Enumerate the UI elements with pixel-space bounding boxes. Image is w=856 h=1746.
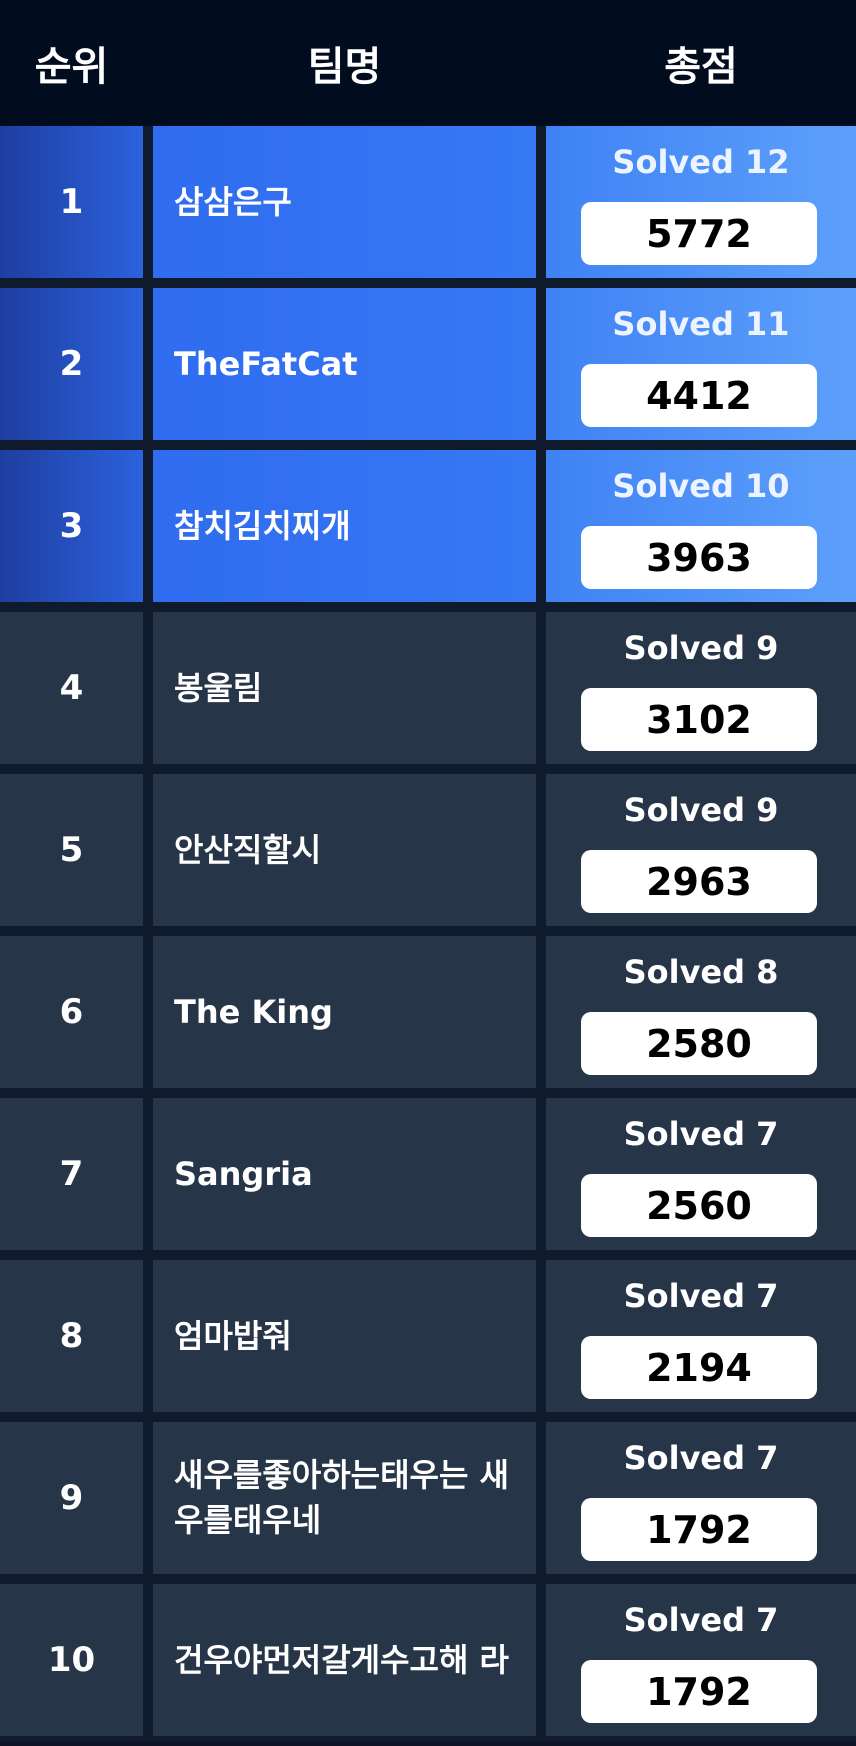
rank-cell: 4 — [0, 612, 143, 764]
score-cell: Solved 12 5772 — [546, 126, 856, 278]
ranking-row[interactable]: 7 Sangria Solved 7 2560 — [0, 1098, 856, 1250]
team-name: 봉울림 — [174, 668, 263, 707]
team-name: 새우를좋아하는태우는 새우를태우네 — [174, 1456, 509, 1539]
team-name-cell: 삼삼은구 — [153, 126, 536, 278]
solved-count: Solved 7 — [623, 1601, 779, 1639]
rank-column-header: 순위 — [34, 44, 109, 90]
score-cell: Solved 9 3102 — [546, 612, 856, 764]
team-name-cell: 건우야먼저갈게수고해 라 — [153, 1584, 536, 1736]
total-points: 1792 — [581, 1498, 817, 1561]
rank-cell: 5 — [0, 774, 143, 926]
rank-cell: 8 — [0, 1260, 143, 1412]
solved-count: Solved 7 — [623, 1439, 779, 1477]
team-name-cell: 참치김치찌개 — [153, 450, 536, 602]
ranking-row[interactable]: 8 엄마밥줘 Solved 7 2194 — [0, 1260, 856, 1412]
team-name: TheFatCat — [174, 344, 358, 383]
solved-count: Solved 10 — [612, 467, 790, 505]
score-cell: Solved 10 3963 — [546, 450, 856, 602]
score-cell: Solved 7 2560 — [546, 1098, 856, 1250]
team-name: 엄마밥줘 — [174, 1316, 292, 1355]
team-name: 안산직할시 — [174, 830, 322, 869]
total-points: 2580 — [581, 1012, 817, 1075]
ranking-row[interactable]: 2 TheFatCat Solved 11 4412 — [0, 288, 856, 440]
team-name-cell: The King — [153, 936, 536, 1088]
ranking-row[interactable]: 9 새우를좋아하는태우는 새우를태우네 Solved 7 1792 — [0, 1422, 856, 1574]
total-points: 2194 — [581, 1336, 817, 1399]
solved-count: Solved 8 — [623, 953, 779, 991]
score-column-header: 총점 — [664, 44, 738, 90]
team-name-cell: 안산직할시 — [153, 774, 536, 926]
total-points: 1792 — [581, 1660, 817, 1723]
score-cell: Solved 8 2580 — [546, 936, 856, 1088]
scoreboard-header: 순위 팀명 총점 — [0, 0, 856, 126]
rank-cell: 3 — [0, 450, 143, 602]
team-name-cell: 봉울림 — [153, 612, 536, 764]
solved-count: Solved 12 — [612, 143, 790, 181]
solved-count: Solved 9 — [623, 791, 779, 829]
ranking-row[interactable]: 5 안산직할시 Solved 9 2963 — [0, 774, 856, 926]
team-name: Sangria — [174, 1154, 313, 1193]
rank-cell: 10 — [0, 1584, 143, 1736]
team-name: 참치김치찌개 — [174, 506, 351, 545]
team-column-header: 팀명 — [307, 44, 382, 90]
team-name: The King — [174, 992, 333, 1031]
scoreboard: 순위 팀명 총점 1 삼삼은구 Solved 12 5772 2 TheFatC… — [0, 0, 856, 1742]
total-points: 3963 — [581, 526, 817, 589]
score-cell: Solved 7 1792 — [546, 1422, 856, 1574]
rank-cell: 2 — [0, 288, 143, 440]
ranking-row[interactable]: 3 참치김치찌개 Solved 10 3963 — [0, 450, 856, 602]
solved-count: Solved 9 — [623, 629, 779, 667]
ranking-row[interactable]: 6 The King Solved 8 2580 — [0, 936, 856, 1088]
ranking-row[interactable]: 10 건우야먼저갈게수고해 라 Solved 7 1792 — [0, 1584, 856, 1736]
total-points: 2560 — [581, 1174, 817, 1237]
team-name-cell: Sangria — [153, 1098, 536, 1250]
total-points: 3102 — [581, 688, 817, 751]
team-name: 건우야먼저갈게수고해 라 — [174, 1640, 509, 1679]
score-cell: Solved 7 2194 — [546, 1260, 856, 1412]
team-name-cell: 새우를좋아하는태우는 새우를태우네 — [153, 1422, 536, 1574]
solved-count: Solved 7 — [623, 1115, 779, 1153]
solved-count: Solved 7 — [623, 1277, 779, 1315]
rank-cell: 1 — [0, 126, 143, 278]
team-name: 삼삼은구 — [174, 182, 292, 221]
ranking-list: 1 삼삼은구 Solved 12 5772 2 TheFatCat Solved… — [0, 126, 856, 1746]
team-name-cell: TheFatCat — [153, 288, 536, 440]
rank-cell: 6 — [0, 936, 143, 1088]
ranking-row[interactable]: 1 삼삼은구 Solved 12 5772 — [0, 126, 856, 278]
score-cell: Solved 11 4412 — [546, 288, 856, 440]
total-points: 2963 — [581, 850, 817, 913]
rank-cell: 9 — [0, 1422, 143, 1574]
score-cell: Solved 9 2963 — [546, 774, 856, 926]
team-name-cell: 엄마밥줘 — [153, 1260, 536, 1412]
score-cell: Solved 7 1792 — [546, 1584, 856, 1736]
rank-cell: 7 — [0, 1098, 143, 1250]
ranking-row[interactable]: 4 봉울림 Solved 9 3102 — [0, 612, 856, 764]
solved-count: Solved 11 — [612, 305, 790, 343]
total-points: 5772 — [581, 202, 817, 265]
total-points: 4412 — [581, 364, 817, 427]
